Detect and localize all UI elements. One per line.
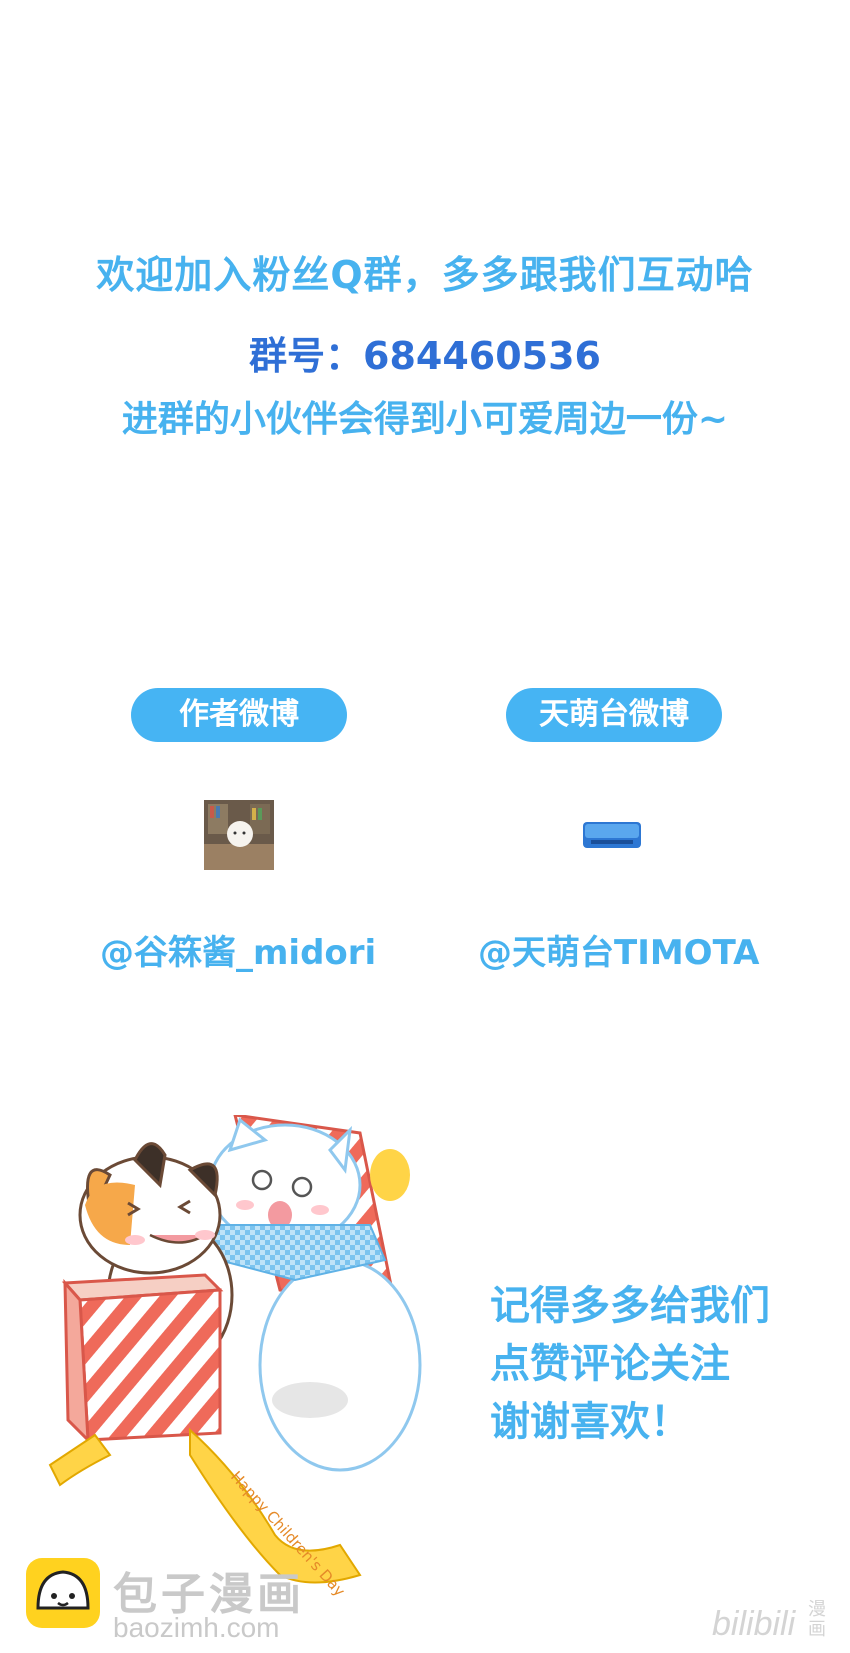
studio-avatar[interactable] — [577, 800, 647, 870]
bun-logo-icon — [26, 1558, 100, 1628]
closing-line-2: 点赞评论关注 — [490, 1341, 730, 1387]
group-invite-line: 欢迎加入粉丝Q群，多多跟我们互动哈 — [96, 253, 754, 297]
group-perk-line: 进群的小伙伴会得到小可爱周边一份~ — [121, 399, 729, 440]
watermark-site-url: baozimh.com — [113, 1612, 280, 1643]
closing-line-1: 记得多多给我们 — [490, 1283, 770, 1329]
studio-weibo-button[interactable]: 天萌台微博 — [506, 688, 722, 742]
author-avatar[interactable] — [204, 800, 274, 870]
author-weibo-handle[interactable]: @谷箖酱_midori — [100, 925, 376, 974]
cats-gift-box-illustration: Happy Children's Day — [48, 1115, 422, 1600]
gift-box — [61, 1273, 224, 1444]
watermark-platform: bilibili — [712, 1605, 796, 1643]
studio-weibo-handle[interactable]: @天萌台TIMOTA — [478, 925, 759, 974]
closing-line-3: 谢谢喜欢！ — [490, 1399, 690, 1445]
group-number: 群号：684460536 — [249, 334, 601, 378]
watermark-platform-sub: 漫画 — [808, 1599, 826, 1640]
author-weibo-button[interactable]: 作者微博 — [131, 688, 347, 742]
